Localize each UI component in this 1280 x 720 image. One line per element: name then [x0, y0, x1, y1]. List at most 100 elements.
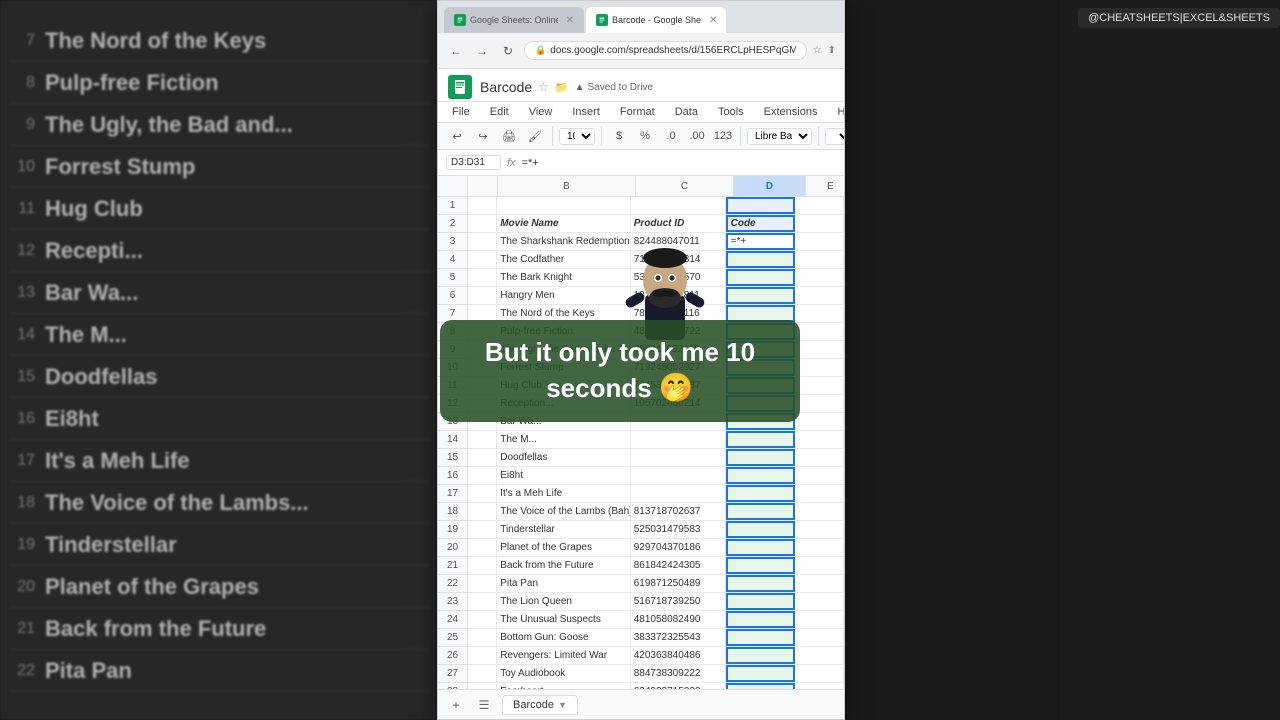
cell-a6[interactable] [468, 287, 497, 304]
cell-e17[interactable] [795, 485, 844, 502]
cell-d17[interactable] [726, 485, 796, 502]
col-header-b[interactable]: B [498, 176, 636, 196]
share-icon[interactable]: ⬆ [828, 45, 836, 56]
cell-b6[interactable]: Hangry Men [497, 287, 631, 304]
cell-a23[interactable] [468, 593, 497, 610]
col-header-d[interactable]: D [734, 176, 806, 196]
cell-a3[interactable] [468, 233, 497, 250]
grid-row-25[interactable]: Bottom Gun: Goose383372325543 [468, 629, 844, 647]
cell-d18[interactable] [726, 503, 796, 520]
cell-e22[interactable] [795, 575, 844, 592]
sheets-menu-button[interactable]: ☰ [474, 695, 494, 715]
cell-c14[interactable] [631, 431, 726, 448]
cell-e16[interactable] [795, 467, 844, 484]
cell-a16[interactable] [468, 467, 497, 484]
cell-c15[interactable] [631, 449, 726, 466]
col-header-e[interactable]: E [806, 176, 844, 196]
cell-d4[interactable] [726, 251, 796, 268]
font-select[interactable]: Libre Barc... [747, 128, 812, 145]
grid-row-21[interactable]: Back from the Future861842424305 [468, 557, 844, 575]
menu-extensions[interactable]: Extensions [760, 104, 822, 120]
cell-e23[interactable] [795, 593, 844, 610]
cell-b25[interactable]: Bottom Gun: Goose [497, 629, 631, 646]
cell-a27[interactable] [468, 665, 497, 682]
cell-a1[interactable] [468, 197, 497, 214]
cell-c20[interactable]: 929704370186 [631, 539, 726, 556]
menu-insert[interactable]: Insert [568, 104, 604, 120]
cell-a14[interactable] [468, 431, 497, 448]
cell-c18[interactable]: 813718702637 [631, 503, 726, 520]
cell-c22[interactable]: 619871250489 [631, 575, 726, 592]
cell-a4[interactable] [468, 251, 497, 268]
grid-row-26[interactable]: Revengers: Limited War420363840486 [468, 647, 844, 665]
cell-b14[interactable]: The M... [497, 431, 631, 448]
font-size-select[interactable]: 12 [825, 128, 844, 145]
grid-row-19[interactable]: Tinderstellar525031479583 [468, 521, 844, 539]
folder-icon[interactable]: 📁 [555, 81, 569, 94]
cell-c19[interactable]: 525031479583 [631, 521, 726, 538]
menu-edit[interactable]: Edit [486, 104, 513, 120]
address-bar[interactable]: 🔒 docs.google.com/spreadsheets/d/156ERCL… [524, 41, 807, 60]
zoom-select[interactable]: 100% [559, 128, 595, 145]
grid-row-24[interactable]: The Unusual Suspects481058082490 [468, 611, 844, 629]
cell-e1[interactable] [795, 197, 844, 214]
cell-e8[interactable] [795, 323, 844, 340]
bookmark-icon[interactable]: ☆ [813, 45, 822, 56]
menu-format[interactable]: Format [616, 104, 659, 120]
grid-row-22[interactable]: Pita Pan619871250489 [468, 575, 844, 593]
format-number[interactable]: 123 [712, 125, 734, 147]
cell-d24[interactable] [726, 611, 796, 628]
cell-e7[interactable] [795, 305, 844, 322]
cell-b3[interactable]: The Sharkshank Redemption [497, 233, 631, 250]
decrease-decimal[interactable]: .0 [660, 125, 682, 147]
cell-d20[interactable] [726, 539, 796, 556]
menu-file[interactable]: File [448, 104, 474, 120]
cell-d3[interactable]: =*+ [726, 233, 796, 250]
refresh-button[interactable]: ↻ [498, 41, 518, 61]
grid-row-23[interactable]: The Lion Queen516718739250 [468, 593, 844, 611]
increase-decimal[interactable]: .00 [686, 125, 708, 147]
col-header-a[interactable] [468, 176, 498, 196]
cell-b15[interactable]: Doodfellas [497, 449, 631, 466]
cell-a25[interactable] [468, 629, 497, 646]
cell-e9[interactable] [795, 341, 844, 358]
grid-row-1[interactable] [468, 197, 844, 215]
cell-a2[interactable] [468, 215, 497, 232]
grid-row-18[interactable]: The Voice of the Lambs (Bah)813718702637 [468, 503, 844, 521]
cell-a26[interactable] [468, 647, 497, 664]
cell-e20[interactable] [795, 539, 844, 556]
cell-e15[interactable] [795, 449, 844, 466]
cell-d25[interactable] [726, 629, 796, 646]
grid-row-14[interactable]: The M... [468, 431, 844, 449]
menu-view[interactable]: View [525, 104, 557, 120]
cell-reference[interactable] [446, 155, 501, 170]
cell-b5[interactable]: The Bark Knight [497, 269, 631, 286]
cell-c25[interactable]: 383372325543 [631, 629, 726, 646]
cell-b22[interactable]: Pita Pan [497, 575, 631, 592]
grid-row-20[interactable]: Planet of the Grapes929704370186 [468, 539, 844, 557]
cell-e12[interactable] [795, 395, 844, 412]
cell-c26[interactable]: 420363840486 [631, 647, 726, 664]
cell-a22[interactable] [468, 575, 497, 592]
cell-a19[interactable] [468, 521, 497, 538]
cell-b2[interactable]: Movie Name [497, 215, 631, 232]
cell-e27[interactable] [795, 665, 844, 682]
cell-e13[interactable] [795, 413, 844, 430]
sheet-tab-barcode[interactable]: Barcode ▼ [502, 695, 578, 715]
grid-row-15[interactable]: Doodfellas [468, 449, 844, 467]
cell-a20[interactable] [468, 539, 497, 556]
cell-b19[interactable]: Tinderstellar [497, 521, 631, 538]
formula-input[interactable]: =*+ [522, 157, 836, 169]
grid-row-27[interactable]: Toy Audiobook884738309222 [468, 665, 844, 683]
percent-button[interactable]: % [634, 125, 656, 147]
cell-c24[interactable]: 481058082490 [631, 611, 726, 628]
menu-help[interactable]: Help [833, 104, 844, 120]
redo-button[interactable]: ↪ [472, 125, 494, 147]
cell-d2[interactable]: Code [726, 215, 796, 232]
cell-d19[interactable] [726, 521, 796, 538]
col-header-c[interactable]: C [636, 176, 734, 196]
format-paint-button[interactable]: 🖌 [524, 125, 546, 147]
cell-a24[interactable] [468, 611, 497, 628]
cell-a17[interactable] [468, 485, 497, 502]
cell-d27[interactable] [726, 665, 796, 682]
